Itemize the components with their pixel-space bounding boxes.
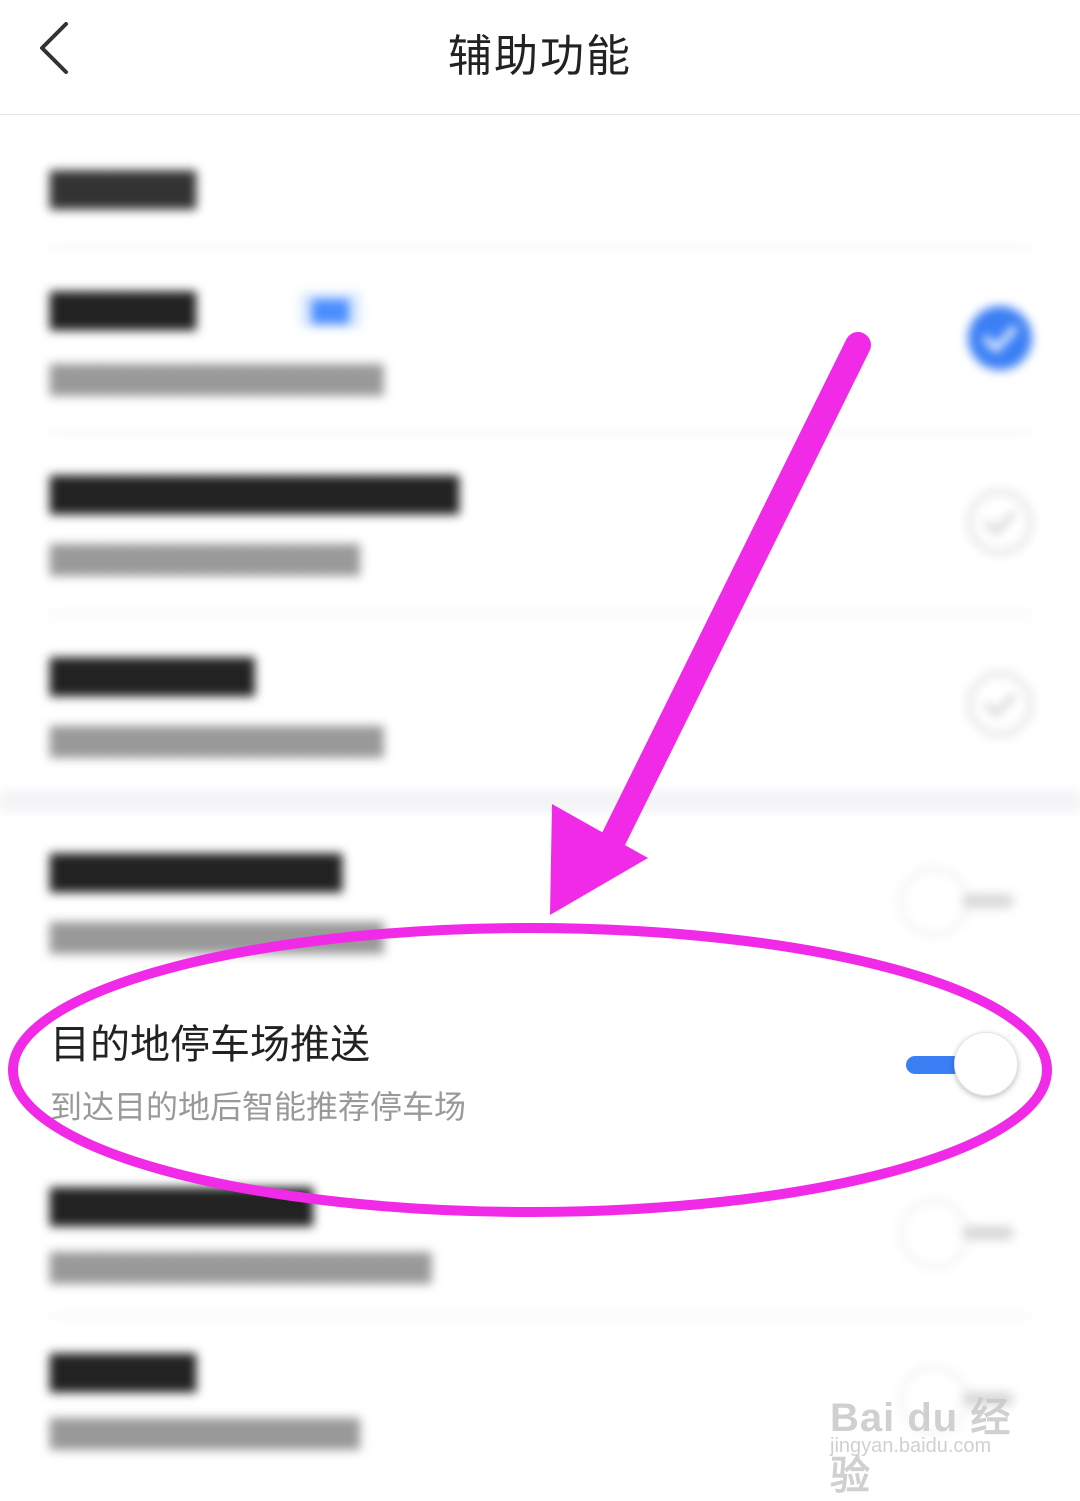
setting-title-blurred: ▇▇▇▇▇▇▇▇▇ xyxy=(50,1182,314,1226)
audio-option-1[interactable]: ▇▇▇▇▇ ▇▇ ▇▇▇▇▇▇▇▇▇▇▇▇▇▇ xyxy=(0,270,1080,430)
unselected-check-icon[interactable] xyxy=(968,490,1032,554)
toggle-setting-row[interactable]: ▇▇▇▇▇▇▇▇▇ ▇▇▇▇▇▇▇▇▇▇▇▇▇▇▇▇ xyxy=(0,1150,1080,1315)
option-subtitle-blurred: ▇▇▇▇▇▇▇▇▇▇▇▇▇▇ xyxy=(50,722,384,758)
parking-push-toggle[interactable] xyxy=(902,1032,1018,1096)
page-title: 辅助功能 xyxy=(448,31,632,82)
section-separator xyxy=(0,790,1080,812)
divider xyxy=(46,612,1034,614)
divider xyxy=(46,1315,1034,1317)
toggle-knob xyxy=(900,1200,968,1268)
new-badge: ▇▇ xyxy=(300,292,361,328)
toggle-knob xyxy=(900,868,968,936)
toggle-setting-row[interactable]: ▇▇▇▇▇▇▇▇▇▇ ▇▇▇▇▇▇▇▇▇▇▇▇▇▇ xyxy=(0,812,1080,980)
toggle-switch-off[interactable] xyxy=(900,868,1020,938)
divider xyxy=(46,246,1034,248)
option-title-blurred: ▇▇▇▇▇▇▇ xyxy=(50,652,255,696)
parking-push-setting-row[interactable]: 目的地停车场推送 到达目的地后智能推荐停车场 xyxy=(0,982,1080,1148)
option-subtitle-blurred: ▇▇▇▇▇▇▇▇▇▇▇▇▇ xyxy=(50,540,360,576)
audio-option-3[interactable]: ▇▇▇▇▇▇▇ ▇▇▇▇▇▇▇▇▇▇▇▇▇▇ xyxy=(0,630,1080,790)
toggle-knob xyxy=(954,1032,1018,1096)
divider xyxy=(46,432,1034,434)
unselected-check-icon[interactable] xyxy=(968,672,1032,736)
audio-option-2[interactable]: ▇▇▇▇▇▇▇▇▇▇▇▇▇▇ ▇▇▇▇▇▇▇▇▇▇▇▇▇ xyxy=(0,450,1080,610)
option-title-blurred: ▇▇▇▇▇▇▇▇▇▇▇▇▇▇ xyxy=(50,470,460,514)
setting-subtitle-blurred: ▇▇▇▇▇▇▇▇▇▇▇▇▇ xyxy=(50,1414,360,1450)
setting-title-blurred: ▇▇▇▇▇▇▇▇▇▇ xyxy=(50,848,343,892)
setting-title-blurred: ▇▇▇▇▇ xyxy=(50,1348,197,1392)
watermark-url: jingyan.baidu.com xyxy=(830,1435,992,1457)
parking-push-subtitle: 到达目的地后智能推荐停车场 xyxy=(50,1088,467,1126)
selected-check-icon[interactable] xyxy=(968,306,1032,370)
header-bar: 辅助功能 xyxy=(0,0,1080,115)
toggle-track xyxy=(962,1226,1014,1240)
baidu-jingyan-watermark: Bai du 经验 jingyan.baidu.com xyxy=(830,1385,1030,1498)
setting-subtitle-blurred: ▇▇▇▇▇▇▇▇▇▇▇▇▇▇▇▇ xyxy=(50,1248,432,1284)
section-title-blurred: ▇▇▇▇▇ xyxy=(50,165,197,209)
parking-push-title: 目的地停车场推送 xyxy=(50,1022,370,1068)
toggle-track xyxy=(962,894,1014,908)
option-subtitle-blurred: ▇▇▇▇▇▇▇▇▇▇▇▇▇▇ xyxy=(50,360,384,396)
option-title-blurred: ▇▇▇▇▇ xyxy=(50,286,197,330)
toggle-switch-off[interactable] xyxy=(900,1200,1020,1270)
setting-subtitle-blurred: ▇▇▇▇▇▇▇▇▇▇▇▇▇▇ xyxy=(50,918,384,954)
